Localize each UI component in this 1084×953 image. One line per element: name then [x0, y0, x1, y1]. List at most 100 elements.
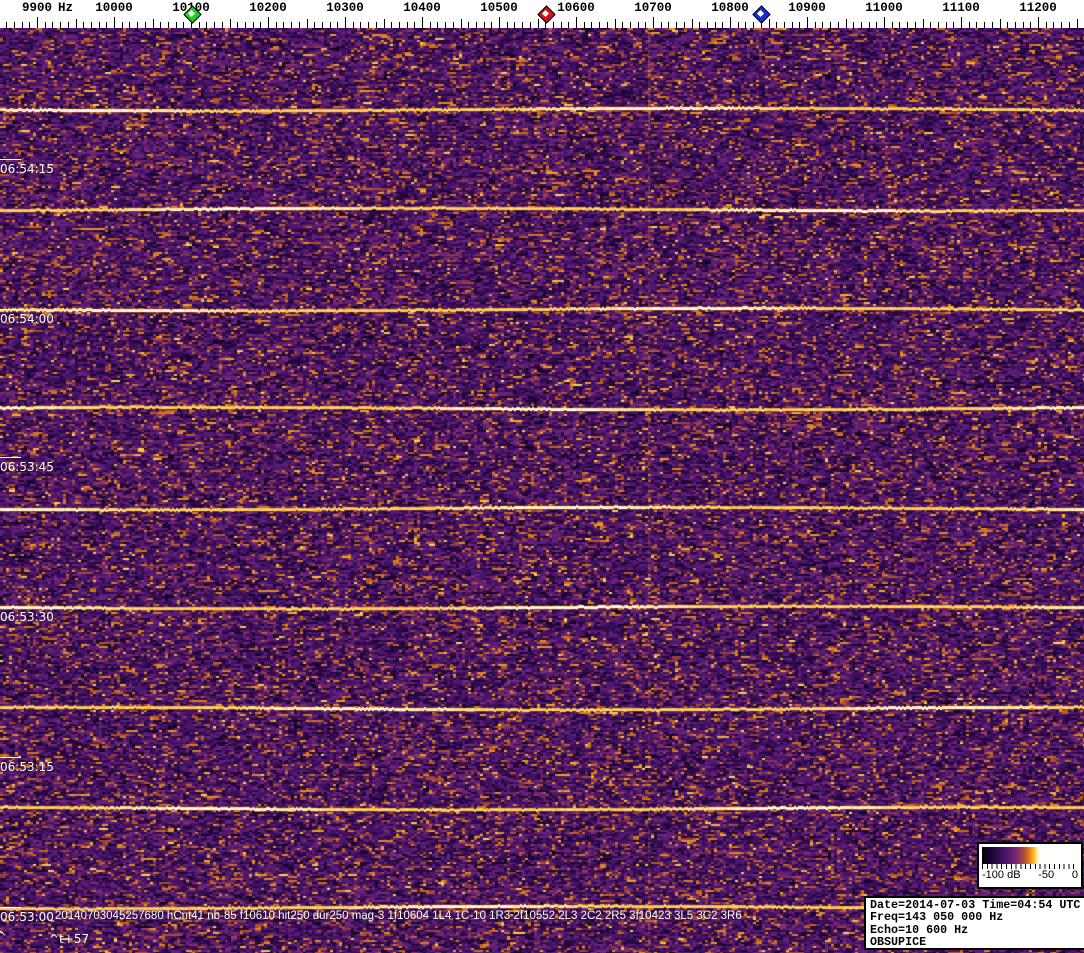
ruler-unit-label: Hz — [58, 1, 73, 15]
ruler-label: 11200 — [1019, 1, 1057, 15]
ruler-tick — [68, 22, 69, 28]
ruler-tick — [245, 22, 246, 28]
info-echo: Echo=10 600 Hz — [866, 924, 1084, 936]
ruler-tick — [553, 22, 554, 28]
ruler-tick — [45, 22, 46, 28]
ruler-tick — [776, 22, 777, 28]
waterfall-canvas[interactable] — [0, 28, 1084, 953]
ruler-tick — [168, 22, 169, 28]
ruler-tick — [838, 22, 839, 28]
ruler-tick — [522, 22, 523, 28]
ruler-tick — [884, 17, 885, 28]
ruler-tick — [792, 22, 793, 28]
ruler-tick — [445, 22, 446, 28]
color-scale-labels: -100 dB -50 0 — [979, 869, 1081, 882]
ruler-tick — [199, 22, 200, 28]
ruler-tick — [22, 22, 23, 28]
ruler-tick — [1077, 19, 1078, 28]
frequency-ruler[interactable]: Hz 9900100001010010200103001040010500106… — [0, 0, 1084, 28]
ruler-label: 11000 — [865, 1, 903, 15]
ruler-tick — [961, 17, 962, 28]
ruler-tick — [930, 22, 931, 28]
ruler-tick — [830, 22, 831, 28]
ruler-tick — [29, 22, 30, 28]
ruler-tick — [160, 22, 161, 28]
ruler-tick — [222, 22, 223, 28]
legend-mid-label: -50 — [1038, 869, 1054, 882]
legend-min-label: -100 dB — [982, 869, 1021, 882]
ruler-label: 10000 — [95, 1, 133, 15]
ruler-tick — [853, 22, 854, 28]
ruler-tick — [384, 19, 385, 28]
meteor-spectrogram-window: 20140703045257680 hCnt41 nb-85 f10610 hi… — [0, 0, 1084, 953]
ruler-tick — [692, 19, 693, 28]
ruler-tick — [938, 22, 939, 28]
ruler-tick — [892, 22, 893, 28]
ruler-label: 11100 — [942, 1, 980, 15]
color-scale-legend: -100 dB -50 0 — [977, 842, 1083, 889]
info-frequency: Freq=143 050 000 Hz — [866, 911, 1084, 923]
ruler-tick — [91, 22, 92, 28]
ruler-tick — [145, 22, 146, 28]
ruler-tick — [630, 22, 631, 28]
ruler-tick — [607, 22, 608, 28]
ruler-tick — [137, 22, 138, 28]
ruler-tick — [699, 22, 700, 28]
ruler-tick — [784, 22, 785, 28]
ruler-tick — [106, 22, 107, 28]
ruler-tick — [214, 22, 215, 28]
ruler-tick — [153, 19, 154, 28]
ruler-tick — [1015, 22, 1016, 28]
ruler-tick — [538, 19, 539, 28]
ruler-tick — [923, 19, 924, 28]
ruler-tick — [368, 22, 369, 28]
ruler-tick — [484, 22, 485, 28]
ruler-tick — [260, 22, 261, 28]
ruler-tick — [507, 22, 508, 28]
ruler-tick — [969, 22, 970, 28]
ruler-tick — [330, 22, 331, 28]
ruler-tick — [1046, 22, 1047, 28]
ruler-tick — [453, 22, 454, 28]
ruler-tick — [1007, 22, 1008, 28]
ruler-label: 10600 — [557, 1, 595, 15]
ruler-tick — [414, 22, 415, 28]
ruler-tick — [645, 22, 646, 28]
ruler-tick — [407, 22, 408, 28]
ruler-tick — [499, 17, 500, 28]
ruler-tick — [183, 22, 184, 28]
ruler-label: 10400 — [403, 1, 441, 15]
ruler-tick — [60, 22, 61, 28]
ruler-tick — [707, 22, 708, 28]
ruler-tick — [899, 22, 900, 28]
ruler-tick — [314, 22, 315, 28]
ruler-tick — [1053, 22, 1054, 28]
ruler-tick — [861, 22, 862, 28]
ruler-tick — [6, 22, 7, 28]
ruler-tick — [283, 22, 284, 28]
info-station: OBSUPICE — [866, 936, 1084, 948]
ruler-tick — [684, 22, 685, 28]
ruler-tick — [14, 22, 15, 28]
ruler-tick — [360, 22, 361, 28]
ruler-tick — [976, 22, 977, 28]
ruler-tick — [584, 22, 585, 28]
ruler-tick — [1000, 19, 1001, 28]
ruler-label: 10900 — [788, 1, 826, 15]
ruler-tick — [114, 17, 115, 28]
ruler-tick — [206, 22, 207, 28]
ruler-tick — [715, 22, 716, 28]
ruler-label: 10500 — [480, 1, 518, 15]
observation-info-box: Date=2014-07-03 Time=04:54 UTC Freq=143 … — [864, 896, 1084, 950]
ruler-tick — [753, 22, 754, 28]
ruler-tick — [738, 22, 739, 28]
ruler-tick — [291, 22, 292, 28]
ruler-tick — [638, 22, 639, 28]
ruler-tick — [468, 22, 469, 28]
ruler-tick — [491, 22, 492, 28]
ruler-tick — [799, 22, 800, 28]
ruler-tick — [676, 22, 677, 28]
ruler-tick — [399, 22, 400, 28]
ruler-tick — [661, 22, 662, 28]
ruler-tick — [83, 22, 84, 28]
